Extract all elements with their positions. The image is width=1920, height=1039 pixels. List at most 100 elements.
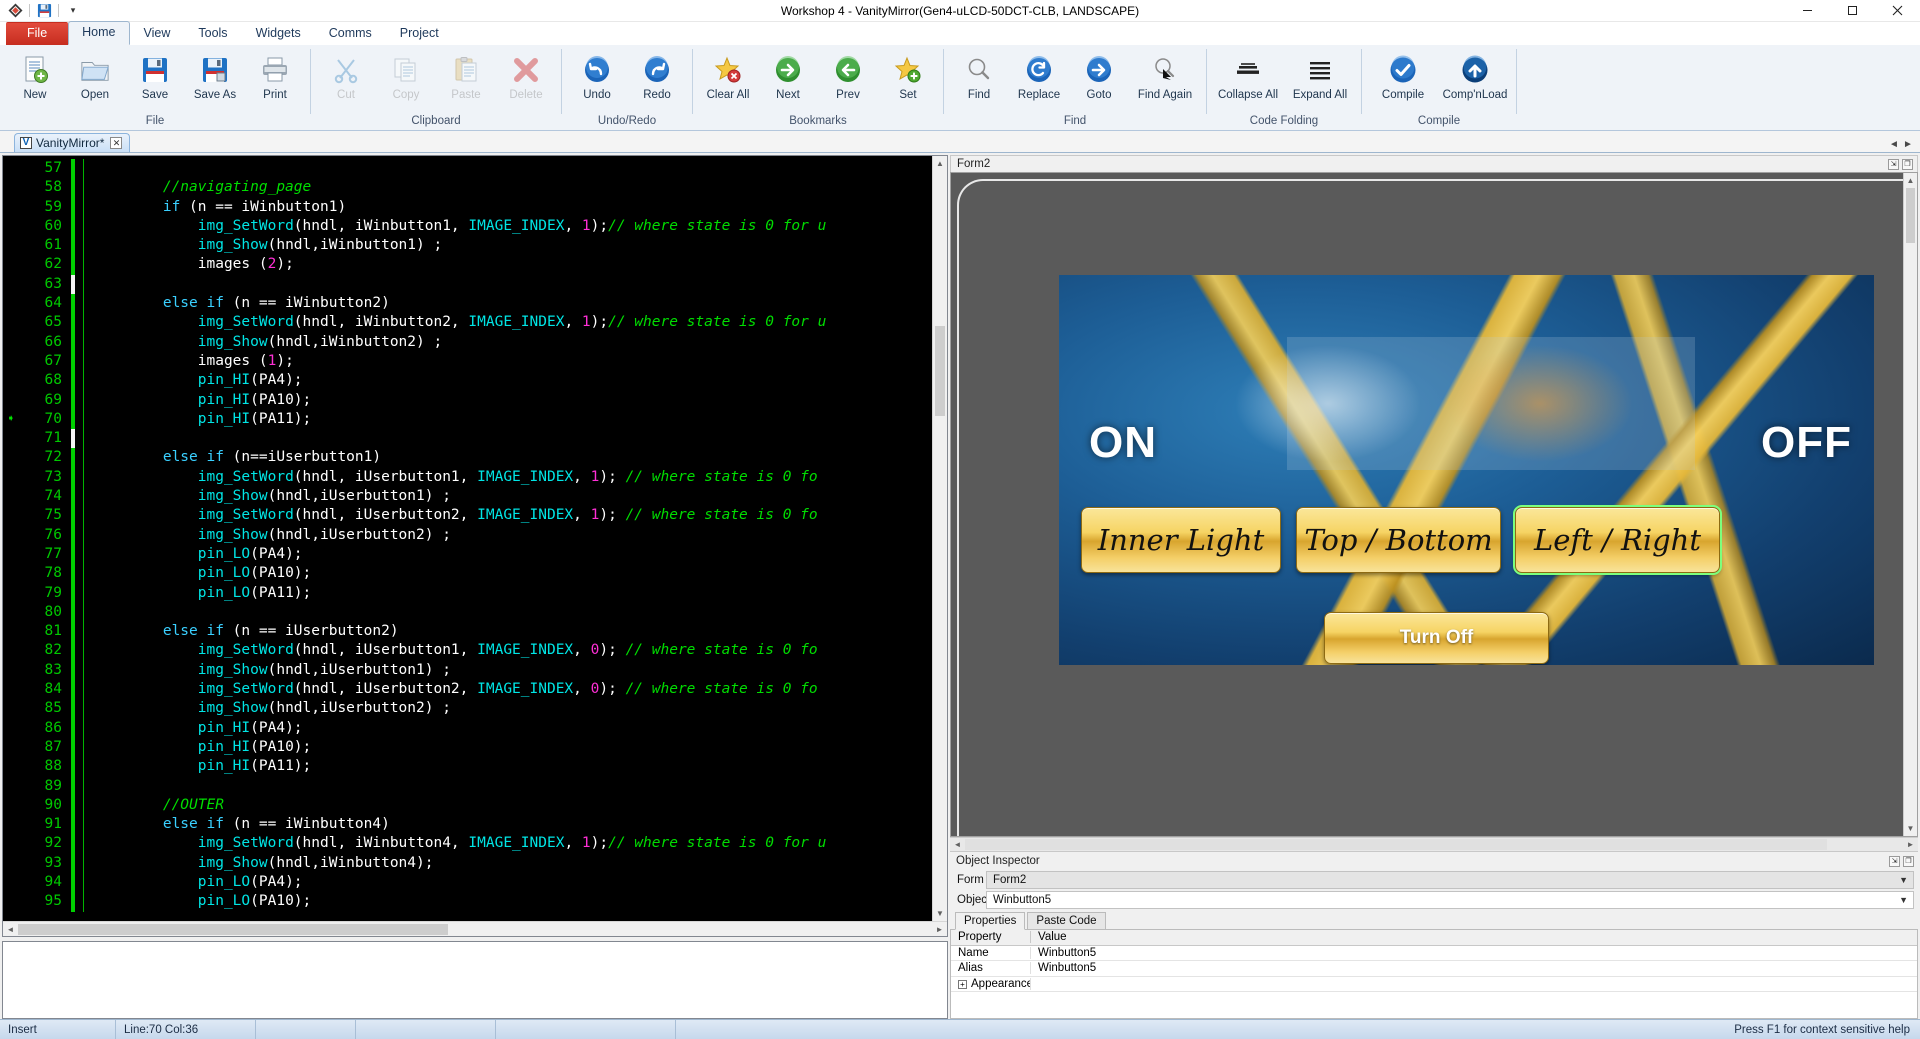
property-value-cell[interactable]: Winbutton5 [1031,947,1917,959]
chevron-down-icon[interactable]: ▼ [1899,895,1908,905]
maximize-panel-icon[interactable]: ❐ [1902,158,1913,170]
app-logo-icon[interactable] [5,1,25,20]
ribbon-tab-widgets[interactable]: Widgets [242,22,315,45]
winbutton-left-right-label: Left / Right [1533,523,1702,557]
compile-and-load-button[interactable]: Comp'nLoad [1439,49,1511,103]
code-line: else if (n==iUserbutton1) [162,449,382,466]
scroll-down-icon[interactable]: ▼ [933,906,947,921]
oi-maximize-icon[interactable]: ❐ [1903,855,1914,867]
document-tab-vanitymirror[interactable]: V VanityMirror* ✕ [14,133,131,152]
code-line: pin_HI(PA10); [197,738,312,755]
table-row[interactable]: Alias Winbutton5 [951,961,1917,977]
undo-button[interactable]: Undo [567,49,627,103]
cut-button[interactable]: Cut [316,49,376,103]
clear-all-bookmarks-button[interactable]: Clear All [698,49,758,103]
editor-vertical-scrollbar[interactable]: ▲ ▼ [932,156,947,921]
save-icon[interactable] [34,1,54,20]
line-number: 78 [44,565,62,582]
ribbon-tab-home[interactable]: Home [68,21,130,45]
form-designer-canvas[interactable]: ON OFF Inner Light Top / Bottom Left / R… [950,172,1918,837]
save-button[interactable]: Save [125,49,185,103]
horizontal-scroll-thumb[interactable] [18,923,448,935]
compile-button[interactable]: Compile [1367,49,1439,103]
vertical-scroll-thumb[interactable] [935,326,945,416]
form-horizontal-track[interactable] [965,837,1903,852]
replace-button[interactable]: Replace [1009,49,1069,103]
prev-bookmark-button[interactable]: Prev [818,49,878,103]
next-bookmark-button[interactable]: Next [758,49,818,103]
editor-horizontal-scrollbar[interactable]: ◄ ► [3,921,947,936]
vertical-scroll-track[interactable] [933,171,947,906]
form-select[interactable]: Form2 ▼ [986,871,1914,889]
ribbon-tab-view[interactable]: View [130,22,185,45]
tab-scroll-left-icon[interactable]: ◄ [1888,139,1900,150]
tab-scroll-right-icon[interactable]: ► [1902,139,1914,150]
pin-icon[interactable]: ⇲ [1888,158,1899,170]
redo-arrow-icon [643,53,671,87]
object-select[interactable]: Winbutton5 ▼ [986,891,1914,909]
code-editor[interactable]: 57 58 59 60 61 62 63 64 65 66 67 68 69 ➧ 70 71 72 73 74 75 7… [2,155,948,937]
form-horizontal-thumb[interactable] [965,839,1827,850]
scroll-right-icon[interactable]: ► [932,922,947,937]
qat-more-dropdown-icon[interactable]: ▾ [63,1,83,20]
tab-properties[interactable]: Properties [955,912,1026,930]
ribbon-tab-tools[interactable]: Tools [184,22,241,45]
line-number: 83 [44,661,62,678]
tab-paste-code[interactable]: Paste Code [1027,912,1106,929]
properties-grid[interactable]: Property Value Name Winbutton5 Alias Win… [950,930,1918,1019]
ribbon-tab-file[interactable]: File [6,22,69,45]
ribbon-tab-comms[interactable]: Comms [315,22,386,45]
redo-button[interactable]: Redo [627,49,687,103]
scroll-left-icon[interactable]: ◄ [3,922,18,937]
expand-all-button[interactable]: Expand All [1284,49,1356,103]
form-vertical-thumb[interactable] [1906,188,1915,243]
form-vertical-track[interactable] [1904,188,1917,821]
maximize-button[interactable] [1830,0,1875,22]
winbutton-top-bottom[interactable]: Top / Bottom [1296,507,1501,573]
goto-button[interactable]: Goto [1069,49,1129,103]
paste-button[interactable]: Paste [436,49,496,103]
fold-mark [79,583,89,603]
line-number: 69 [44,391,62,408]
expand-plus-icon[interactable]: + [958,979,967,989]
table-row[interactable]: Name Winbutton5 [951,946,1917,961]
oi-pin-icon[interactable]: ⇲ [1889,855,1900,867]
minimize-button[interactable] [1785,0,1830,22]
change-mark [69,525,79,545]
winbutton-left-right[interactable]: Left / Right [1513,505,1722,575]
status-cell-3 [256,1019,356,1039]
find-button[interactable]: Find [949,49,1009,103]
close-button[interactable] [1875,0,1920,22]
horizontal-scroll-track[interactable] [18,922,932,937]
form-horizontal-scrollbar[interactable]: ◄ ► [950,837,1918,851]
ribbon-tab-strip: File Home View Tools Widgets Comms Proje… [0,21,1920,45]
form-vertical-scrollbar[interactable]: ▲ ▼ [1903,173,1917,836]
property-group-label: Appearance [971,977,1031,990]
close-icon[interactable]: ✕ [110,137,123,149]
copy-button[interactable]: Copy [376,49,436,103]
off-label: OFF [1761,417,1852,467]
code-text-area[interactable]: //navigating_page if (n == iWinbutton1) … [89,156,932,921]
open-button[interactable]: Open [65,49,125,103]
new-button[interactable]: New [5,49,65,103]
change-mark [69,467,79,488]
chevron-down-icon[interactable]: ▼ [1899,875,1908,885]
form-scroll-down-icon[interactable]: ▼ [1904,821,1917,836]
table-row[interactable]: + Appearance [951,977,1917,992]
find-again-button[interactable]: Find Again [1129,49,1201,103]
form-scroll-up-icon[interactable]: ▲ [1904,173,1917,188]
message-output-pane[interactable] [2,941,948,1019]
form-scroll-right-icon[interactable]: ► [1903,837,1918,852]
winbutton-turn-off[interactable]: Turn Off [1324,612,1549,664]
save-as-button[interactable]: Save As [185,49,245,103]
collapse-all-button[interactable]: Collapse All [1212,49,1284,103]
property-value-cell[interactable]: Winbutton5 [1031,962,1917,974]
form-scroll-left-icon[interactable]: ◄ [950,837,965,852]
scroll-up-icon[interactable]: ▲ [933,156,947,171]
line-number: 89 [44,777,62,794]
print-button[interactable]: Print [245,49,305,103]
winbutton-inner-light[interactable]: Inner Light [1081,507,1281,573]
delete-button[interactable]: Delete [496,49,556,103]
ribbon-tab-project[interactable]: Project [386,22,453,45]
set-bookmark-button[interactable]: Set [878,49,938,103]
